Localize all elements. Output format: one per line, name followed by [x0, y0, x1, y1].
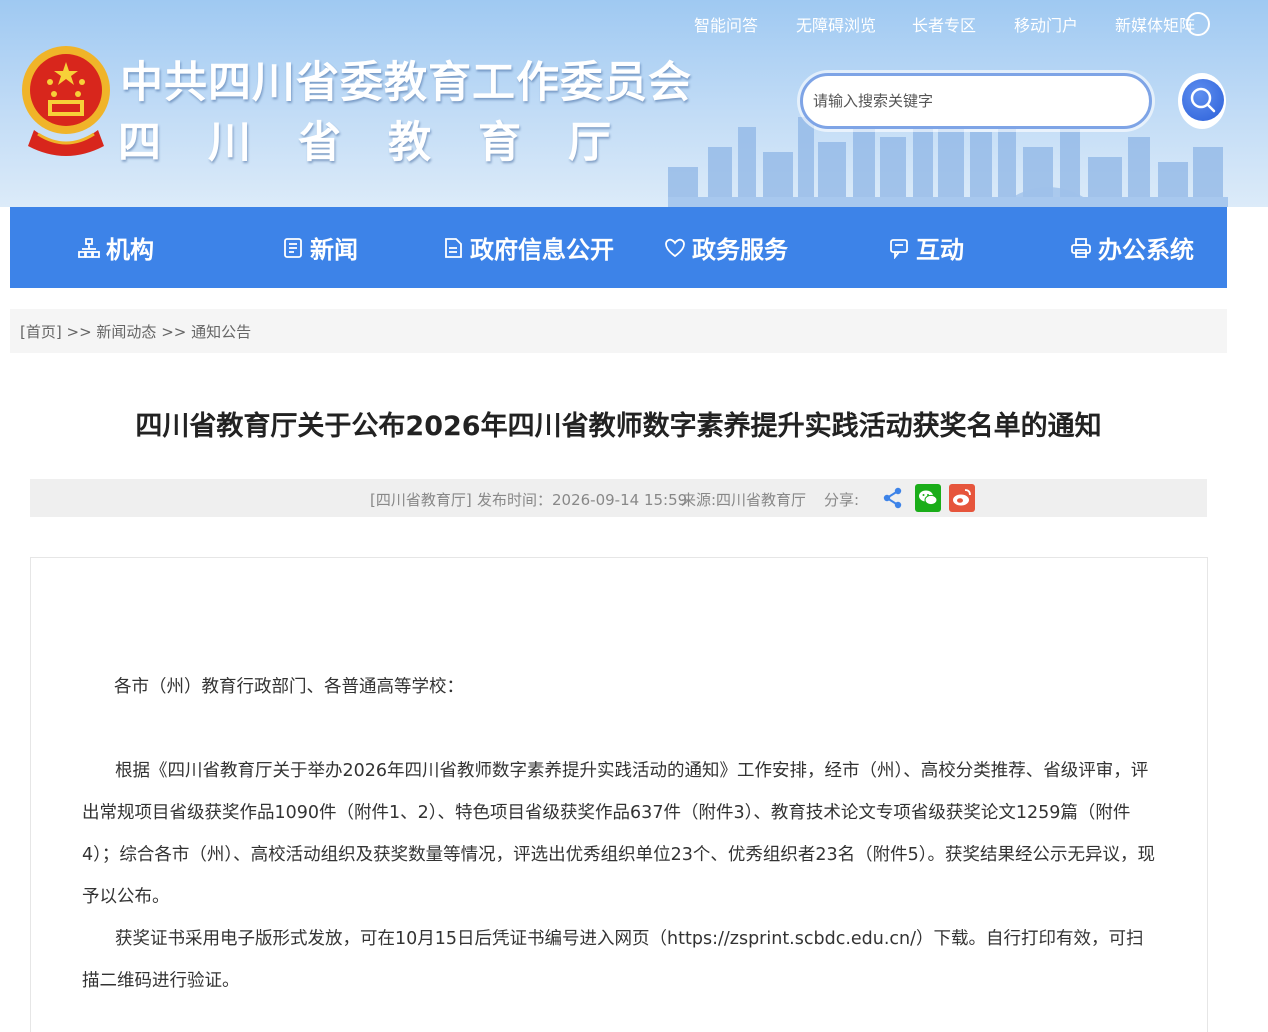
article-title: 四川省教育厅关于公布2026年四川省教师数字素养提升实践活动获奖名单的通知 [135, 411, 1102, 442]
share-icon [883, 487, 902, 509]
breadcrumb-notices[interactable]: 通知公告 [191, 323, 251, 341]
news-icon [284, 237, 302, 258]
meta-publisher: [四川省教育厅] [370, 491, 472, 509]
top-link-elderly[interactable]: 长者专区 [912, 12, 976, 36]
nav-item-office-system[interactable]: 办公系统 [1070, 207, 1194, 288]
meta-publish-time: 发布时间：2026-09-14 15:59 [477, 491, 688, 509]
nav-label: 互动 [916, 236, 964, 264]
meta-source: 来源:四川省教育厅 [681, 491, 807, 509]
meta-share-label: 分享: [824, 491, 860, 509]
wechat-share-button[interactable] [915, 484, 941, 512]
document-icon [445, 237, 462, 258]
weibo-icon [953, 489, 971, 506]
article-salutation: 各市（州）教育行政部门、各普通高等学校： [114, 677, 464, 697]
dept-title: 四川省教育厅 [118, 118, 658, 168]
search-icon [1190, 87, 1216, 113]
breadcrumb-separator: >> [66, 323, 92, 341]
search-button[interactable] [1178, 73, 1226, 129]
nav-label: 机构 [106, 236, 154, 264]
main-nav: 机构 新闻 政府信息公开 政务服务 互动 办公系统 [10, 207, 1227, 288]
chat-icon [890, 238, 908, 259]
search-input[interactable] [813, 88, 1133, 114]
nav-item-interaction[interactable]: 互动 [888, 207, 964, 288]
nav-label: 新闻 [310, 236, 358, 264]
share-button[interactable] [880, 484, 906, 512]
org-title: 中共四川省委教育工作委员会 [120, 58, 692, 108]
top-link-accessibility[interactable]: 无障碍浏览 [796, 12, 876, 36]
new-media-icon[interactable] [1186, 12, 1210, 36]
breadcrumb-home[interactable]: [首页] [20, 323, 62, 341]
org-chart-icon [78, 237, 100, 258]
weibo-share-button[interactable] [949, 484, 975, 512]
printer-icon [1071, 237, 1091, 258]
top-link-smart-qa[interactable]: 智能问答 [694, 12, 758, 36]
article-paragraph: 获奖证书采用电子版形式发放，可在10月15日后凭证书编号进入网页（https:/… [82, 929, 1144, 991]
nav-item-news[interactable]: 新闻 [282, 207, 358, 288]
nav-label: 办公系统 [1098, 236, 1194, 264]
national-emblem-logo [22, 46, 110, 156]
top-link-new-media[interactable]: 新媒体矩阵 [1115, 12, 1195, 36]
breadcrumb: [首页] >> 新闻动态 >> 通知公告 [20, 321, 251, 342]
nav-label: 政府信息公开 [470, 236, 614, 264]
nav-item-gov-service[interactable]: 政务服务 [664, 207, 788, 288]
breadcrumb-news[interactable]: 新闻动态 [96, 323, 156, 341]
wechat-icon [919, 490, 938, 506]
top-link-mobile[interactable]: 移动门户 [1014, 12, 1078, 36]
nav-item-gov-info[interactable]: 政府信息公开 [442, 207, 614, 288]
article-paragraph: 根据《四川省教育厅关于举办2026年四川省教师数字素养提升实践活动的通知》工作安… [82, 761, 1156, 907]
heart-service-icon [665, 238, 685, 257]
nav-item-organization[interactable]: 机构 [78, 207, 154, 288]
search-box [800, 73, 1152, 129]
site-header: 中共四川省委教育工作委员会 四川省教育厅 智能问答 无障碍浏览 长者专区 移动门… [0, 0, 1268, 207]
breadcrumb-separator: >> [161, 323, 187, 341]
breadcrumb-bar: [首页] >> 新闻动态 >> 通知公告 [10, 309, 1227, 353]
nav-label: 政务服务 [692, 236, 788, 264]
